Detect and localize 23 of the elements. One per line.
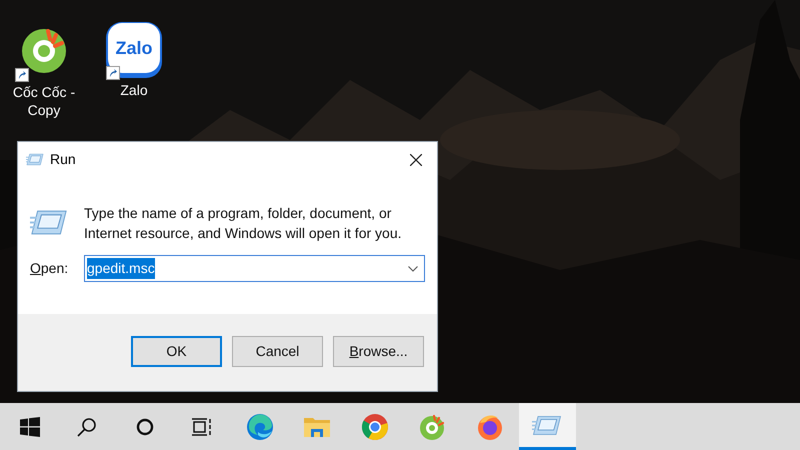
window-title: Run bbox=[50, 150, 76, 169]
search-icon bbox=[77, 416, 98, 436]
dialog-message: Type the name of a program, folder, document, or Internet resource, and Windows will open it for you. bbox=[84, 204, 402, 243]
desktop-icon-label: Cốc Cốc - Copy bbox=[12, 83, 76, 119]
desktop-icon-label: Zalo bbox=[120, 81, 148, 99]
task-view-icon bbox=[192, 418, 212, 436]
run-icon bbox=[532, 414, 562, 436]
windows-logo-icon bbox=[20, 416, 40, 436]
firefox-browser-icon bbox=[476, 412, 504, 440]
dialog-button[interactable]: OK bbox=[131, 336, 222, 367]
dialog-button[interactable]: Cancel bbox=[232, 336, 323, 367]
close-icon bbox=[410, 154, 422, 166]
run-icon bbox=[30, 209, 68, 235]
run-icon bbox=[26, 153, 44, 166]
app-logo[interactable]: Zalo bbox=[106, 22, 162, 78]
field-label: Open: bbox=[30, 259, 70, 278]
browse-button[interactable]: Browse... bbox=[333, 336, 424, 367]
edge-browser-icon bbox=[246, 412, 274, 440]
circle-icon bbox=[136, 418, 154, 436]
dropdown-icon bbox=[408, 266, 418, 272]
chrome-browser-icon bbox=[360, 412, 389, 440]
combo-box[interactable]: gpedit.msc bbox=[84, 255, 425, 282]
coccoc-browser-icon bbox=[418, 412, 446, 440]
